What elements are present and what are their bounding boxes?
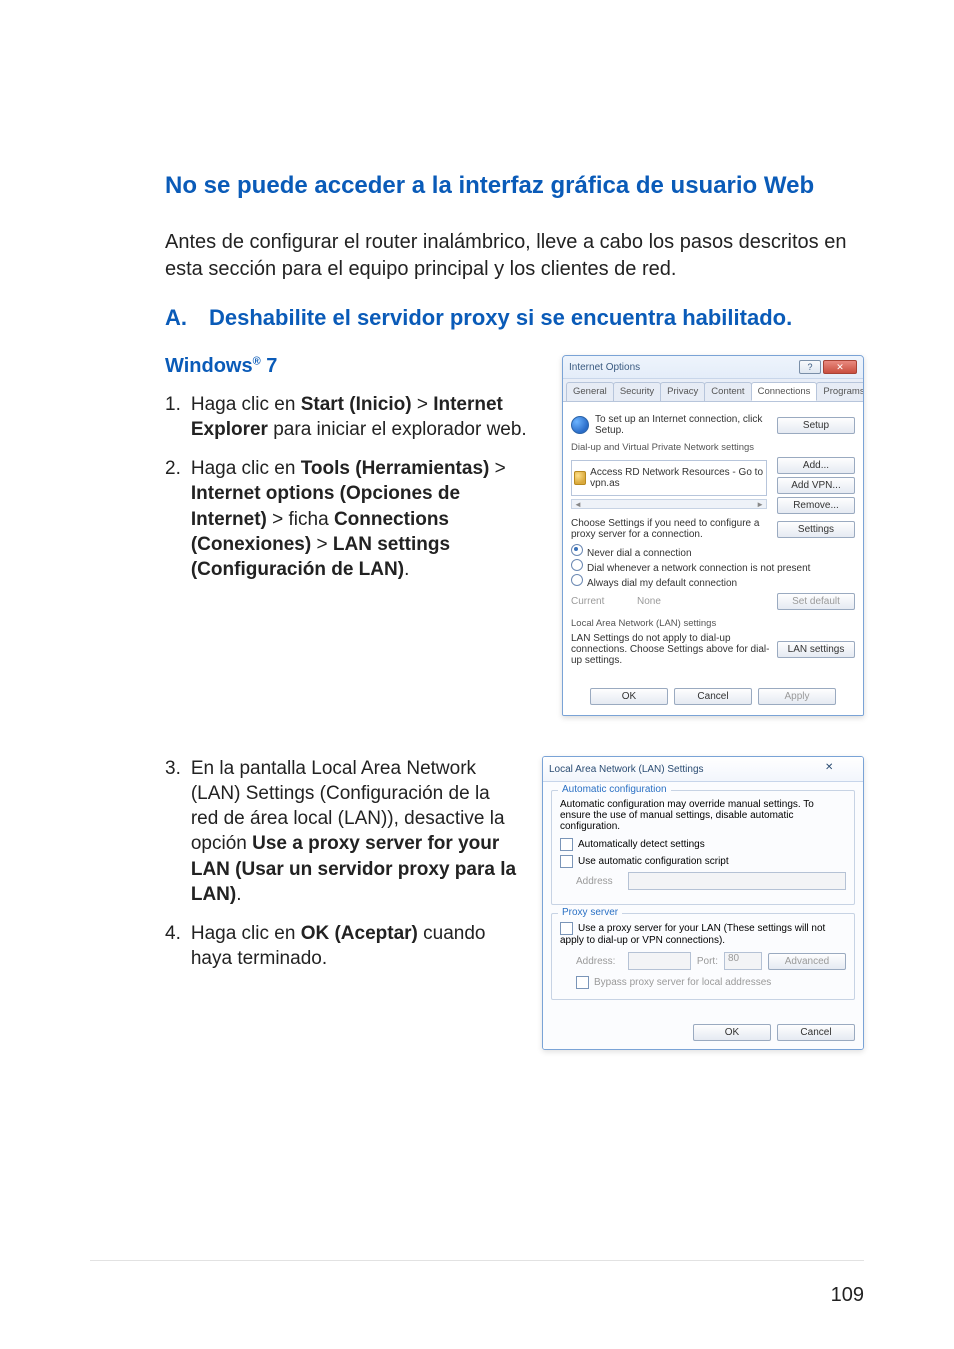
ie-setup-text: To set up an Internet connection, click …: [595, 414, 771, 436]
win7-reg: ®: [253, 356, 261, 368]
tab-security[interactable]: Security: [613, 382, 661, 401]
proxy-address-input[interactable]: [628, 952, 691, 970]
lan-settings-button[interactable]: LAN settings: [777, 641, 855, 658]
proxy-port-input[interactable]: 80: [724, 952, 762, 970]
s4-b1: OK (Aceptar): [301, 923, 418, 944]
intro-paragraph: Antes de configurar el router inalámbric…: [165, 229, 864, 283]
remove-button[interactable]: Remove...: [777, 497, 855, 514]
step-3-text: En la pantalla Local Area Network (LAN) …: [191, 756, 518, 906]
lan-ok-button[interactable]: OK: [693, 1024, 771, 1041]
auto-script-label: Use automatic configuration script: [578, 856, 729, 867]
s3-post: .: [236, 884, 241, 905]
s2-m3: >: [311, 534, 333, 555]
auto-config-legend: Automatic configuration: [558, 784, 671, 795]
s4-pre: Haga clic en: [191, 923, 301, 944]
radio-dial-when[interactable]: [571, 559, 583, 571]
window-close-button[interactable]: ✕: [823, 360, 857, 374]
auto-detect-checkbox[interactable]: [560, 838, 573, 851]
s2-post: .: [404, 559, 409, 580]
tab-general[interactable]: General: [566, 382, 614, 401]
section-a-letter: A.: [165, 305, 187, 331]
step-4-number: 4.: [165, 921, 181, 971]
step-4-text: Haga clic en OK (Aceptar) cuando haya te…: [191, 921, 518, 971]
listbox-scrollbar[interactable]: ◄►: [571, 499, 767, 509]
section-a-heading: A. Deshabilite el servidor proxy si se e…: [165, 305, 864, 331]
s2-m1: >: [489, 458, 505, 479]
lan-section-label: Local Area Network (LAN) settings: [571, 618, 855, 629]
window-help-button[interactable]: ?: [799, 360, 821, 374]
step-1-text: Haga clic en Start (Inicio) > Internet E…: [191, 392, 538, 442]
proxy-address-label: Address:: [576, 956, 622, 967]
auto-config-text: Automatic configuration may override man…: [560, 799, 846, 832]
use-proxy-checkbox[interactable]: [560, 922, 573, 935]
ie-cancel-button[interactable]: Cancel: [674, 688, 752, 705]
windows-7-label: Windows® 7: [165, 355, 538, 378]
proxy-port-label: Port:: [697, 956, 718, 967]
ie-ok-button[interactable]: OK: [590, 688, 668, 705]
connections-listbox[interactable]: Access RD Network Resources - Go to vpn.…: [571, 460, 767, 496]
proxy-legend: Proxy server: [558, 907, 622, 918]
auto-detect-label: Automatically detect settings: [578, 839, 705, 850]
bypass-checkbox[interactable]: [576, 976, 589, 989]
tab-content[interactable]: Content: [704, 382, 751, 401]
lan-text: LAN Settings do not apply to dial-up con…: [571, 633, 771, 666]
current-value: None: [637, 596, 771, 607]
tab-connections[interactable]: Connections: [751, 382, 818, 401]
win7-post: 7: [261, 355, 278, 377]
radio-never-dial-label: Never dial a connection: [587, 548, 692, 559]
add-vpn-button[interactable]: Add VPN...: [777, 477, 855, 494]
step-2-text: Haga clic en Tools (Herramientas) > Inte…: [191, 456, 538, 581]
proxy-advanced-button[interactable]: Advanced: [768, 953, 846, 970]
s1-post: para iniciar el explorador web.: [268, 419, 527, 440]
s1-pre: Haga clic en: [191, 394, 301, 415]
win7-pre: Windows: [165, 355, 253, 377]
radio-always-dial-label: Always dial my default connection: [587, 578, 737, 589]
s1-mid1: >: [412, 394, 434, 415]
bypass-label: Bypass proxy server for local addresses: [594, 977, 771, 988]
step-3-number: 3.: [165, 756, 181, 906]
s2-b1: Tools (Herramientas): [301, 458, 490, 479]
set-default-button[interactable]: Set default: [777, 593, 855, 610]
s2-m2: > ficha: [267, 509, 334, 530]
script-address-input[interactable]: [628, 872, 846, 890]
settings-button[interactable]: Settings: [777, 521, 855, 538]
section-a-title: Deshabilite el servidor proxy si se encu…: [209, 305, 792, 331]
add-button[interactable]: Add...: [777, 457, 855, 474]
lan-close-button[interactable]: ✕: [825, 762, 857, 776]
lan-settings-dialog: Local Area Network (LAN) Settings ✕ Auto…: [542, 756, 864, 1050]
ie-apply-button[interactable]: Apply: [758, 688, 836, 705]
radio-never-dial[interactable]: [571, 544, 583, 556]
radio-dial-when-label: Dial whenever a network connection is no…: [587, 563, 810, 574]
ie-dialog-title: Internet Options: [569, 362, 640, 373]
tab-programs[interactable]: Programs: [816, 382, 864, 401]
s2-pre: Haga clic en: [191, 458, 301, 479]
step-1-number: 1.: [165, 392, 181, 442]
radio-always-dial[interactable]: [571, 574, 583, 586]
globe-icon: [571, 416, 589, 434]
heading-cannot-access: No se puede acceder a la interfaz gráfic…: [165, 170, 864, 201]
connection-item: Access RD Network Resources - Go to vpn.…: [590, 467, 764, 489]
use-proxy-label: Use a proxy server for your LAN (These s…: [560, 923, 825, 946]
auto-script-checkbox[interactable]: [560, 855, 573, 868]
footer-rule: [90, 1260, 864, 1261]
connection-item-icon: [574, 471, 586, 485]
script-address-label: Address: [576, 876, 622, 887]
page-number: 109: [831, 1284, 864, 1307]
choose-settings-text: Choose Settings if you need to configure…: [571, 518, 771, 540]
dialup-section-label: Dial-up and Virtual Private Network sett…: [571, 442, 855, 453]
lan-cancel-button[interactable]: Cancel: [777, 1024, 855, 1041]
internet-options-dialog: Internet Options ? ✕ General Security Pr…: [562, 355, 864, 716]
tab-privacy[interactable]: Privacy: [660, 382, 705, 401]
lan-dialog-title: Local Area Network (LAN) Settings: [549, 764, 704, 775]
step-2-number: 2.: [165, 456, 181, 581]
setup-button[interactable]: Setup: [777, 417, 855, 434]
s1-b1: Start (Inicio): [301, 394, 412, 415]
current-label: Current: [571, 596, 631, 607]
